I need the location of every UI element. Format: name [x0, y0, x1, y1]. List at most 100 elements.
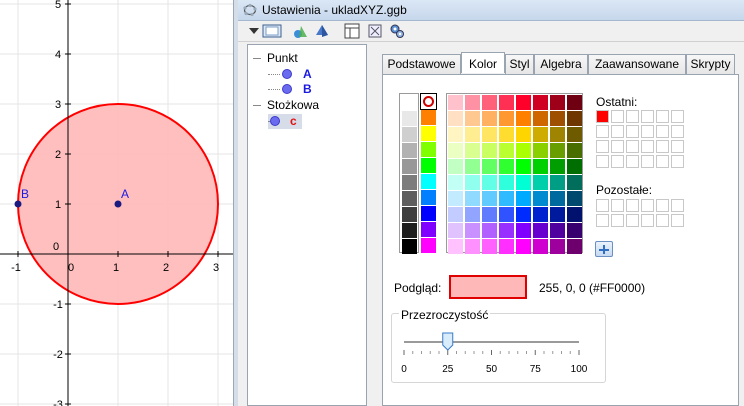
- recent-color-slot[interactable]: [596, 125, 609, 138]
- color-swatch[interactable]: [550, 207, 565, 222]
- primary-color-swatch[interactable]: [421, 238, 436, 253]
- settings-gear-icon[interactable]: [389, 23, 405, 39]
- 3d-view-icon[interactable]: [314, 23, 330, 39]
- color-swatch[interactable]: [465, 191, 480, 206]
- color-swatch[interactable]: [448, 95, 463, 110]
- color-swatch[interactable]: [516, 207, 531, 222]
- recent-color-slot[interactable]: [626, 110, 639, 123]
- custom-color-slot[interactable]: [626, 199, 639, 212]
- color-swatch[interactable]: [550, 127, 565, 142]
- color-swatch[interactable]: [499, 223, 514, 238]
- color-swatch[interactable]: [482, 159, 497, 174]
- color-swatch[interactable]: [448, 111, 463, 126]
- custom-color-slot[interactable]: [626, 214, 639, 227]
- recent-color-slot[interactable]: [611, 110, 624, 123]
- gray-swatch[interactable]: [402, 191, 417, 206]
- custom-color-slot[interactable]: [656, 214, 669, 227]
- color-swatch[interactable]: [516, 239, 531, 254]
- color-swatch[interactable]: [533, 127, 548, 142]
- color-swatch[interactable]: [482, 111, 497, 126]
- primary-color-swatch[interactable]: [421, 206, 436, 221]
- color-swatch[interactable]: [448, 175, 463, 190]
- color-swatch[interactable]: [533, 223, 548, 238]
- recent-color-slot[interactable]: [596, 110, 609, 123]
- color-swatch[interactable]: [533, 143, 548, 158]
- color-swatch[interactable]: [550, 159, 565, 174]
- recent-color-slot[interactable]: [656, 110, 669, 123]
- point-b[interactable]: [14, 200, 22, 208]
- tab-styl[interactable]: Styl: [505, 54, 534, 74]
- color-swatch[interactable]: [516, 127, 531, 142]
- color-swatch[interactable]: [533, 191, 548, 206]
- recent-color-slot[interactable]: [596, 140, 609, 153]
- custom-color-slot[interactable]: [656, 199, 669, 212]
- color-swatch[interactable]: [567, 159, 582, 174]
- color-swatch[interactable]: [499, 143, 514, 158]
- color-swatch[interactable]: [567, 175, 582, 190]
- color-swatch[interactable]: [499, 159, 514, 174]
- color-swatch[interactable]: [465, 175, 480, 190]
- tab-skrypty[interactable]: Skrypty: [686, 54, 735, 74]
- color-swatch[interactable]: [499, 239, 514, 254]
- primary-color-swatch[interactable]: [421, 222, 436, 237]
- color-swatch[interactable]: [482, 127, 497, 142]
- color-swatch[interactable]: [516, 143, 531, 158]
- color-swatch[interactable]: [465, 207, 480, 222]
- color-swatch[interactable]: [499, 111, 514, 126]
- color-swatch[interactable]: [550, 95, 565, 110]
- color-swatch[interactable]: [482, 191, 497, 206]
- grayscale-swatches[interactable]: [399, 93, 419, 254]
- custom-color-slot[interactable]: [596, 214, 609, 227]
- color-swatch[interactable]: [533, 207, 548, 222]
- color-swatch[interactable]: [499, 127, 514, 142]
- color-swatch[interactable]: [516, 111, 531, 126]
- color-swatch[interactable]: [567, 143, 582, 158]
- tree-category-punkt[interactable]: Punkt: [253, 51, 298, 65]
- tab-algebra[interactable]: Algebra: [534, 54, 588, 74]
- color-swatch[interactable]: [516, 95, 531, 110]
- tab-podstawowe[interactable]: Podstawowe: [382, 54, 461, 74]
- recent-color-slot[interactable]: [641, 125, 654, 138]
- custom-color-slot[interactable]: [596, 199, 609, 212]
- color-swatch[interactable]: [448, 159, 463, 174]
- color-swatch[interactable]: [482, 239, 497, 254]
- tab-zaawansowane[interactable]: Zaawansowane: [588, 54, 686, 74]
- tree-category-stozkowa[interactable]: Stożkowa: [253, 98, 319, 112]
- color-swatch[interactable]: [482, 95, 497, 110]
- recent-color-slot[interactable]: [611, 125, 624, 138]
- primary-color-swatch[interactable]: [421, 158, 436, 173]
- color-swatch[interactable]: [448, 223, 463, 238]
- custom-color-slot[interactable]: [641, 214, 654, 227]
- color-swatch[interactable]: [533, 159, 548, 174]
- primary-color-swatch[interactable]: [421, 142, 436, 157]
- custom-color-slot[interactable]: [641, 199, 654, 212]
- color-swatch[interactable]: [499, 191, 514, 206]
- color-swatch[interactable]: [465, 111, 480, 126]
- recent-color-slot[interactable]: [671, 140, 684, 153]
- color-swatch[interactable]: [550, 191, 565, 206]
- tab-kolor[interactable]: Kolor: [461, 52, 505, 73]
- recent-color-slot[interactable]: [656, 140, 669, 153]
- dropdown-arrow-icon[interactable]: [246, 23, 262, 39]
- custom-color-slot[interactable]: [671, 214, 684, 227]
- color-swatch-grid[interactable]: [446, 93, 583, 254]
- recent-color-slot[interactable]: [641, 155, 654, 168]
- recent-color-slot[interactable]: [626, 125, 639, 138]
- color-swatch[interactable]: [533, 175, 548, 190]
- color-swatch[interactable]: [482, 207, 497, 222]
- custom-color-slot[interactable]: [611, 214, 624, 227]
- tree-item-c[interactable]: c: [268, 114, 302, 129]
- color-swatch[interactable]: [567, 191, 582, 206]
- color-swatch[interactable]: [567, 111, 582, 126]
- gray-swatch[interactable]: [402, 159, 417, 174]
- primary-color-swatch[interactable]: [421, 190, 436, 205]
- recent-color-slot[interactable]: [626, 140, 639, 153]
- color-swatch[interactable]: [550, 175, 565, 190]
- slider-thumb[interactable]: [442, 332, 454, 351]
- color-swatch[interactable]: [516, 159, 531, 174]
- point-a[interactable]: [114, 200, 122, 208]
- recent-color-slot[interactable]: [671, 155, 684, 168]
- defaults-icon[interactable]: [367, 23, 383, 39]
- color-swatch[interactable]: [533, 239, 548, 254]
- transparency-slider[interactable]: 0 25 50 75 100: [394, 324, 604, 384]
